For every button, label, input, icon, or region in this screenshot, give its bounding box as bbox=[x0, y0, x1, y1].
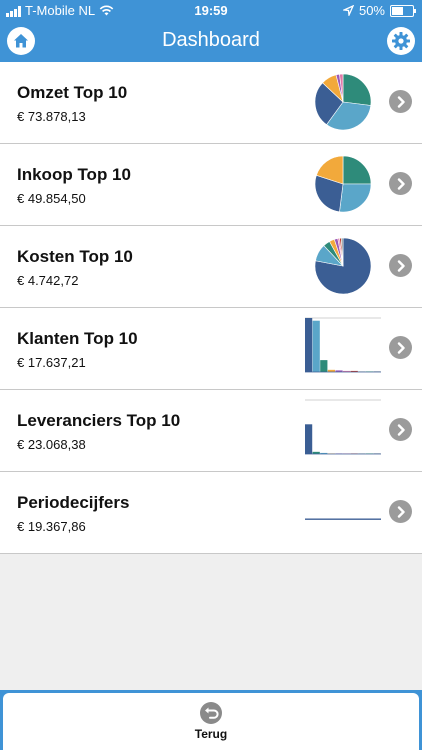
row-amount: € 4.742,72 bbox=[17, 273, 79, 288]
gear-icon bbox=[392, 32, 410, 50]
nav-bar: Dashboard bbox=[0, 22, 422, 62]
status-right: 50% bbox=[342, 3, 416, 18]
row-klanten-top-10[interactable]: Klanten Top 10 € 17.637,21 bbox=[0, 308, 422, 390]
pie-slice bbox=[342, 155, 372, 185]
chart-bar bbox=[320, 360, 328, 372]
row-title: Klanten Top 10 bbox=[17, 329, 138, 348]
row-amount: € 17.637,21 bbox=[17, 355, 86, 370]
status-bar: T-Mobile NL 19:59 50% bbox=[0, 0, 422, 22]
chart-bar bbox=[312, 320, 320, 372]
row-title: Omzet Top 10 bbox=[17, 83, 128, 102]
row-kosten-top-10[interactable]: Kosten Top 10 € 4.742,72 bbox=[0, 226, 422, 308]
row-title: Periodecijfers bbox=[17, 493, 130, 512]
row-leveranciers-top-10[interactable]: Leveranciers Top 10 € 23.068,38 bbox=[0, 390, 422, 472]
chevron-right-icon[interactable] bbox=[389, 418, 412, 441]
row-title: Inkoop Top 10 bbox=[17, 165, 131, 184]
periodecijfers-line-chart bbox=[305, 518, 381, 520]
klanten-bar-chart bbox=[305, 317, 381, 373]
row-omzet-top-10[interactable]: Omzet Top 10 € 73.878,13 bbox=[0, 62, 422, 144]
chevron-right-icon[interactable] bbox=[389, 172, 412, 195]
row-amount: € 23.068,38 bbox=[17, 437, 86, 452]
page-title: Dashboard bbox=[162, 29, 260, 51]
chevron-right-icon[interactable] bbox=[389, 90, 412, 113]
pie-slice bbox=[339, 183, 372, 213]
pie-slice bbox=[342, 73, 372, 106]
kosten-pie-chart bbox=[314, 237, 372, 295]
dashboard-list: Omzet Top 10 € 73.878,13 Inkoop Top 10 €… bbox=[0, 62, 422, 554]
row-amount: € 73.878,13 bbox=[17, 109, 86, 124]
row-title: Kosten Top 10 bbox=[17, 247, 133, 266]
settings-button[interactable] bbox=[387, 27, 415, 55]
back-button-label: Terug bbox=[194, 727, 228, 741]
chevron-right-icon[interactable] bbox=[389, 254, 412, 277]
omzet-pie-chart bbox=[314, 73, 372, 131]
chart-bar bbox=[305, 424, 313, 454]
chevron-right-icon[interactable] bbox=[389, 336, 412, 359]
battery-icon bbox=[390, 4, 416, 17]
row-amount: € 49.854,50 bbox=[17, 191, 86, 206]
row-periodecijfers[interactable]: Periodecijfers € 19.367,86 bbox=[0, 472, 422, 554]
chevron-right-icon[interactable] bbox=[389, 500, 412, 523]
row-title: Leveranciers Top 10 bbox=[17, 411, 181, 430]
chart-bar bbox=[305, 318, 313, 372]
battery-percent: 50% bbox=[358, 3, 385, 18]
back-arrow-icon bbox=[200, 702, 222, 724]
row-amount: € 19.367,86 bbox=[17, 519, 86, 534]
bottom-toolbar: Terug bbox=[0, 690, 422, 750]
leveranciers-bar-chart bbox=[305, 399, 381, 455]
inkoop-pie-chart bbox=[314, 155, 372, 213]
back-button[interactable]: Terug bbox=[3, 701, 419, 741]
location-arrow-icon bbox=[342, 5, 354, 16]
bottom-toolbar-panel: Terug bbox=[3, 693, 419, 750]
row-inkoop-top-10[interactable]: Inkoop Top 10 € 49.854,50 bbox=[0, 144, 422, 226]
